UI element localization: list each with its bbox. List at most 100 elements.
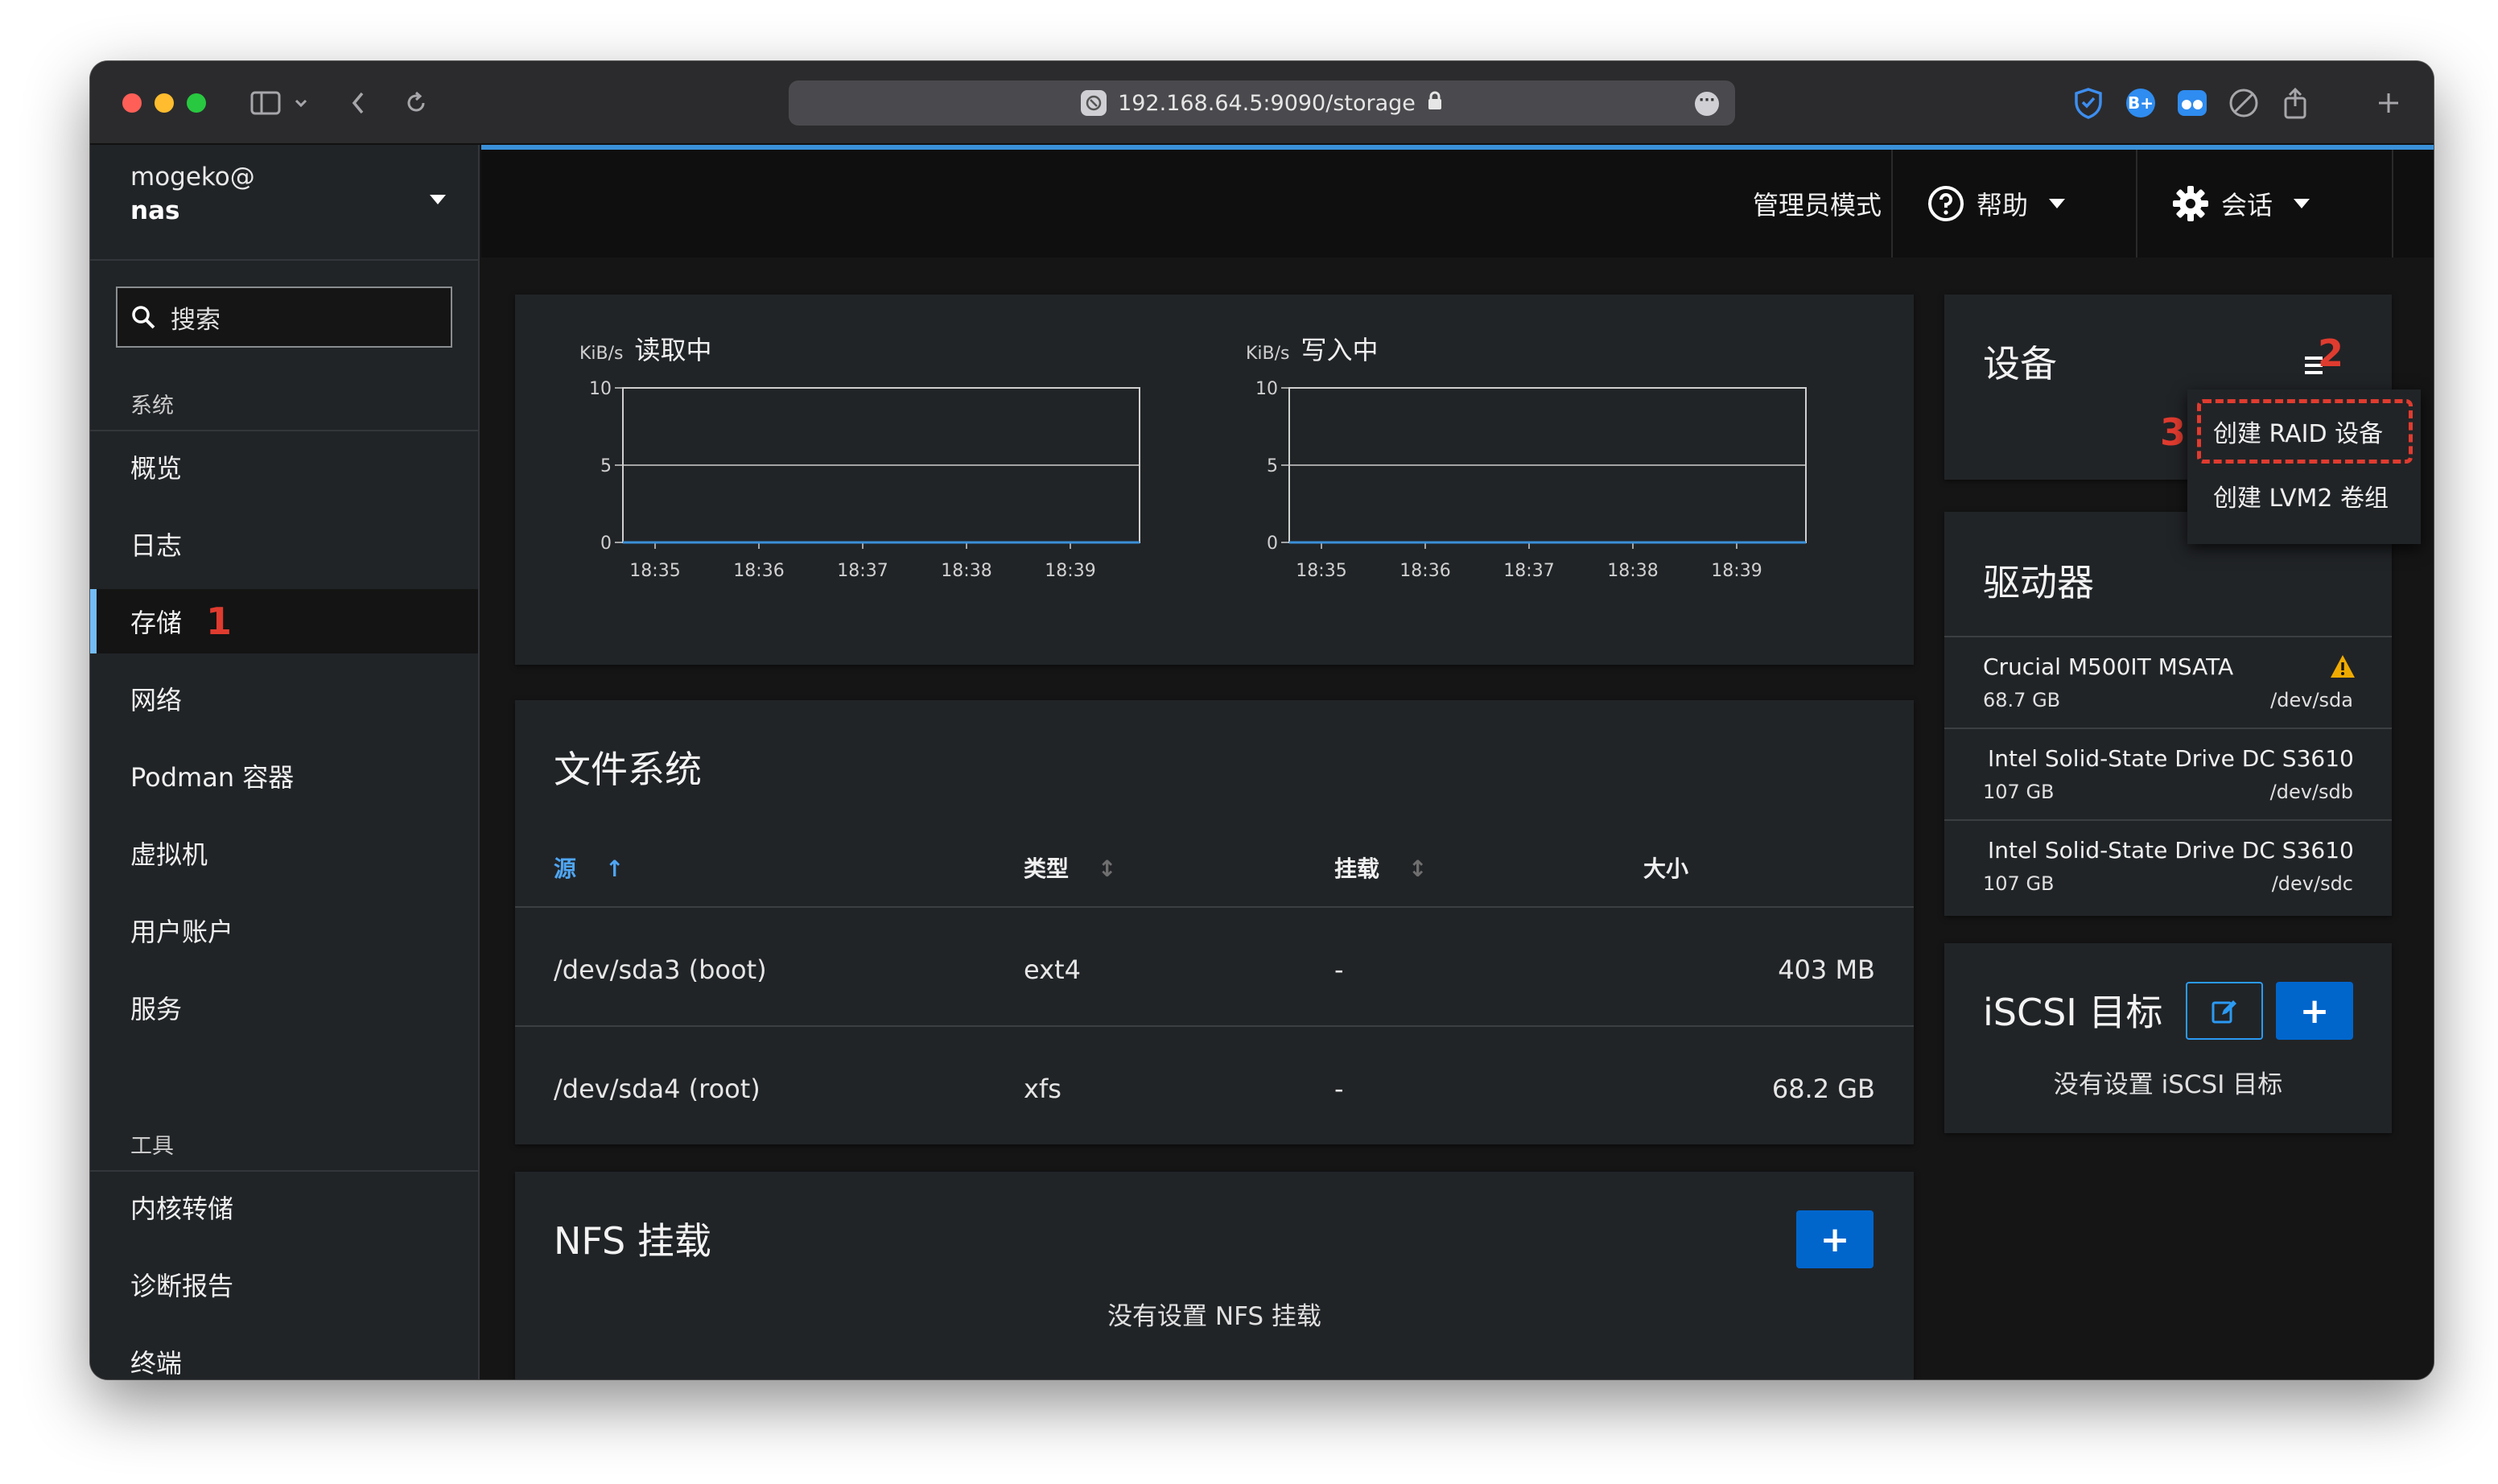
x-tick-label: 18:36 — [1399, 561, 1450, 581]
search-input[interactable]: 搜索 — [116, 286, 452, 348]
x-tick-label: 18:36 — [733, 561, 784, 581]
divider — [515, 1025, 1914, 1027]
drive-item[interactable]: Crucial M500IT MSATA 68.7 GB /dev/sda — [1944, 636, 2392, 726]
y-tick-label: 10 — [589, 379, 612, 399]
reload-icon[interactable] — [402, 82, 430, 124]
caret-down-icon — [2294, 199, 2310, 208]
page-menu-icon[interactable]: ··· — [1695, 92, 1719, 116]
minimize-window-button[interactable] — [155, 93, 174, 113]
drive-item[interactable]: Intel Solid-State Drive DC S3610 107 GB … — [1944, 819, 2392, 909]
block-icon[interactable] — [2226, 82, 2261, 124]
cell-mount: - — [1334, 954, 1344, 985]
menu-item-create-lvm2[interactable]: 创建 LVM2 卷组 — [2187, 467, 2421, 525]
sidebar-item-services[interactable]: 服务 — [90, 975, 478, 1040]
host-name: nas — [130, 196, 180, 225]
sidebar-item-label: 存储 — [130, 608, 183, 638]
y-tick-label: 0 — [1267, 534, 1278, 554]
y-tick-label: 10 — [1255, 379, 1278, 399]
gear-icon — [2173, 186, 2208, 221]
main-content: 管理员模式 帮助 会话 KiB/s 读取中 KiB/s 写入中 10 5 0 1… — [481, 145, 2434, 1379]
column-header-label: 类型 — [1024, 855, 1070, 882]
address-bar[interactable]: 192.168.64.5:9090/storage ··· — [789, 80, 1735, 126]
x-tick-label: 18:35 — [1296, 561, 1346, 581]
filesystems-title: 文件系统 — [554, 748, 702, 791]
drive-item[interactable]: Intel Solid-State Drive DC S3610 107 GB … — [1944, 728, 2392, 818]
y-tick-label: 0 — [600, 534, 612, 554]
devices-menu-button[interactable]: 2 — [2300, 332, 2348, 383]
sort-icon: ↕ — [1408, 855, 1428, 882]
help-menu-button[interactable]: 帮助 — [1927, 150, 2066, 258]
divider — [515, 906, 1914, 908]
add-iscsi-button[interactable]: + — [2276, 982, 2353, 1040]
svg-text:B+: B+ — [2128, 93, 2154, 113]
search-icon — [132, 306, 155, 329]
divider — [1891, 150, 1893, 258]
cell-mount: - — [1334, 1074, 1344, 1104]
new-tab-icon[interactable] — [2374, 82, 2403, 124]
iscsi-title: iSCSI 目标 — [1983, 991, 2163, 1034]
masthead: 管理员模式 帮助 会话 — [481, 145, 2434, 258]
sidebar-item-virtual-machines[interactable]: 虚拟机 — [90, 821, 478, 885]
iscsi-card: iSCSI 目标 + 没有设置 iSCSI 目标 — [1944, 943, 2392, 1133]
session-menu-button[interactable]: 会话 — [2171, 150, 2310, 258]
nfs-title: NFS 挂载 — [554, 1219, 711, 1263]
sidebar-item-storage[interactable]: 存储 1 — [90, 589, 478, 653]
column-header-size: 大小 — [1643, 855, 1689, 882]
sidebar-item-diagnostics[interactable]: 诊断报告 — [90, 1252, 478, 1317]
column-header-type[interactable]: 类型 ↕ — [1024, 851, 1116, 884]
drive-name: Intel Solid-State Drive DC S3610 — [1988, 745, 2354, 772]
y-tick-label: 5 — [1267, 456, 1278, 476]
admin-mode-button[interactable]: 管理员模式 — [1753, 150, 1882, 258]
sidebar-item-podman[interactable]: Podman 容器 — [90, 744, 478, 808]
write-chart-title: KiB/s 写入中 — [1246, 330, 1379, 367]
cell-size: 403 MB — [1778, 954, 1875, 985]
sidebar: mogeko@ nas 搜索 系统 概览 日志 存储 1 网络 Podman 容… — [90, 145, 480, 1379]
x-tick-label: 18:38 — [1607, 561, 1658, 581]
read-chart-title: KiB/s 读取中 — [579, 330, 712, 367]
sidebar-item-overview[interactable]: 概览 — [90, 435, 478, 499]
sidebar-toggle-icon[interactable] — [248, 82, 283, 124]
extension-icon[interactable] — [2174, 82, 2210, 124]
edit-iscsi-button[interactable] — [2186, 982, 2263, 1040]
host-switcher[interactable]: mogeko@ nas — [90, 145, 478, 261]
close-window-button[interactable] — [122, 93, 142, 113]
url-text: 192.168.64.5:9090/storage — [1118, 90, 1416, 116]
site-favicon-icon — [1081, 90, 1107, 116]
column-header-mount[interactable]: 挂载 ↕ — [1334, 851, 1427, 884]
chevron-down-icon[interactable] — [291, 82, 311, 124]
zoom-window-button[interactable] — [187, 93, 206, 113]
filesystems-card: 文件系统 源 ↑ 类型 ↕ 挂载 ↕ 大小 /dev/sda3 (boot) ext4… — [515, 700, 1914, 1144]
add-nfs-button[interactable]: + — [1796, 1210, 1874, 1268]
sidebar-item-logs[interactable]: 日志 — [90, 512, 478, 576]
divider — [2392, 150, 2393, 258]
sidebar-item-accounts[interactable]: 用户账户 — [90, 898, 478, 963]
y-tick-label: 5 — [600, 456, 612, 476]
column-header-label: 挂载 — [1334, 855, 1380, 882]
x-tick-label: 18:39 — [1711, 561, 1762, 581]
bookmark-extension-icon[interactable]: B+ — [2123, 82, 2158, 124]
x-tick-label: 18:35 — [629, 561, 680, 581]
devices-dropdown-menu: 创建 RAID 设备 创建 LVM2 卷组 — [2187, 390, 2421, 544]
write-chart-label: 写入中 — [1301, 335, 1379, 365]
back-icon[interactable] — [346, 82, 370, 124]
host-user: mogeko@ — [130, 163, 255, 192]
shield-extension-icon[interactable] — [2070, 82, 2107, 124]
cell-source: /dev/sda3 (boot) — [554, 954, 767, 985]
sidebar-item-kdump[interactable]: 内核转储 — [90, 1175, 478, 1239]
section-label-system: 系统 — [130, 394, 174, 418]
annotation-3: 3 — [2160, 410, 2187, 454]
annotation-2: 2 — [2318, 332, 2344, 375]
drive-device: /dev/sdc — [2271, 872, 2353, 895]
sort-ascending-icon: ↑ — [605, 855, 624, 882]
caret-down-icon — [430, 195, 446, 204]
drives-title: 驱动器 — [1983, 561, 2094, 604]
highlight-box — [2197, 399, 2413, 464]
help-icon — [1928, 186, 1964, 221]
share-icon[interactable] — [2281, 82, 2310, 124]
column-header-source[interactable]: 源 ↑ — [554, 851, 624, 884]
sidebar-item-networking[interactable]: 网络 — [90, 666, 478, 731]
nfs-empty-message: 没有设置 NFS 挂载 — [1107, 1302, 1321, 1331]
session-label: 会话 — [2221, 190, 2273, 221]
drive-device: /dev/sda — [2270, 689, 2353, 711]
sidebar-item-terminal[interactable]: 终端 — [90, 1329, 478, 1379]
